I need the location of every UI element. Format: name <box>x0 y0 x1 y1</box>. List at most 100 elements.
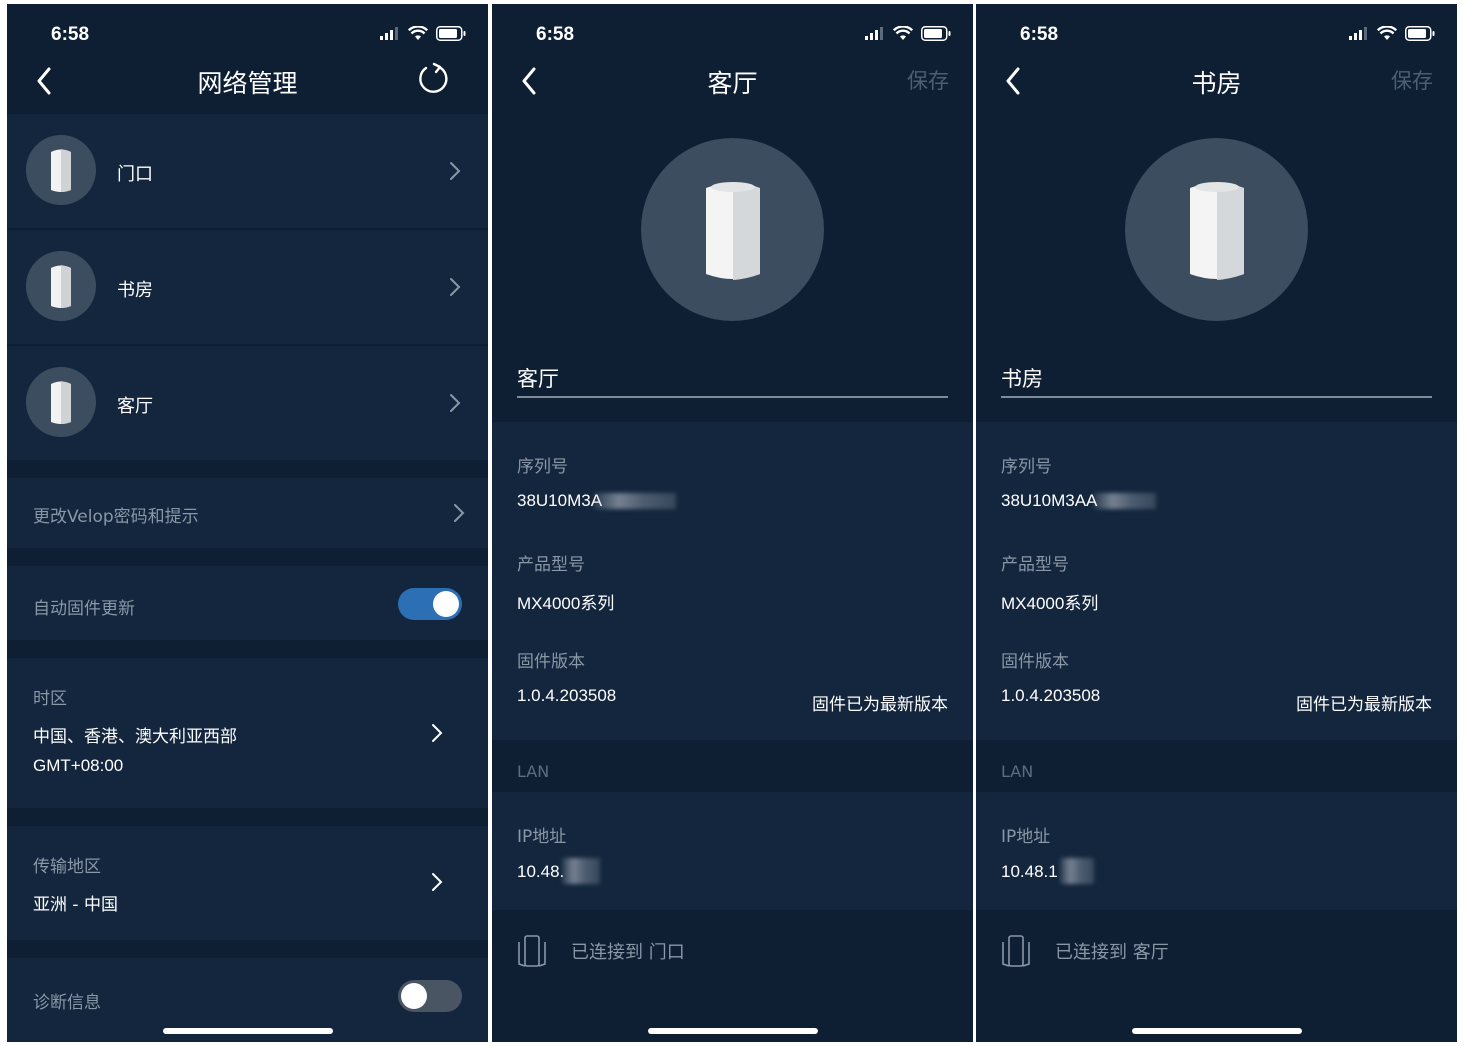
timezone-label: 时区 <box>33 689 67 709</box>
change-password-row[interactable]: 更改Velop密码和提示 <box>7 478 488 548</box>
node-name-input[interactable]: 书房 <box>1001 360 1432 398</box>
model-label: 产品型号 <box>517 555 585 575</box>
router-node-icon <box>51 149 71 192</box>
home-indicator[interactable] <box>162 1028 333 1034</box>
timezone-value: 中国、香港、澳大利亚西部 <box>33 727 237 747</box>
chevron-right-icon <box>454 504 465 522</box>
status-icons <box>865 26 951 41</box>
model-value: MX4000系列 <box>517 594 615 613</box>
device-info-section: 序列号 38U10M3A 产品型号 MX4000系列 固件版本 1.0.4.20… <box>492 422 973 740</box>
wifi-icon <box>893 26 913 40</box>
node-name-input[interactable]: 客厅 <box>517 360 948 398</box>
wifi-icon <box>408 26 428 40</box>
lan-info-section: IP地址 10.48.1 <box>976 792 1457 910</box>
model-value: MX4000系列 <box>1001 594 1099 613</box>
connected-to-row: 已连接到 门口 <box>517 934 685 968</box>
region-value: 亚洲 - 中国 <box>33 895 118 915</box>
battery-icon <box>436 26 466 41</box>
node-name: 客厅 <box>117 396 153 417</box>
timezone-offset: GMT+08:00 <box>33 756 124 775</box>
redaction-blur <box>594 493 676 509</box>
node-detail-study-screen: 6:58 书房 保存 书房 序列号 38U10M3AA 产品型号 MX4000系… <box>976 4 1457 1042</box>
region-label: 传输地区 <box>33 857 101 877</box>
refresh-button[interactable] <box>416 62 450 96</box>
node-avatar <box>26 251 96 321</box>
serial-value: 38U10M3AA <box>1001 491 1098 510</box>
node-row-living-room[interactable]: 客厅 <box>7 346 488 460</box>
model-label: 产品型号 <box>1001 555 1069 575</box>
node-name: 书房 <box>117 280 153 301</box>
status-time: 6:58 <box>1020 24 1059 45</box>
cellular-signal-icon <box>380 27 398 40</box>
firmware-value: 1.0.4.203508 <box>1001 686 1101 705</box>
status-icons <box>380 26 466 41</box>
redaction-blur <box>562 858 600 884</box>
region-row[interactable]: 传输地区 亚洲 - 中国 <box>7 826 488 940</box>
auto-update-label: 自动固件更新 <box>33 599 135 619</box>
node-hero-avatar <box>641 138 824 321</box>
status-bar: 6:58 <box>7 4 488 60</box>
change-password-label: 更改Velop密码和提示 <box>33 507 199 527</box>
lan-section-label: LAN <box>517 762 550 781</box>
router-node-icon <box>705 181 760 280</box>
node-hero-avatar <box>1125 138 1308 321</box>
status-bar: 6:58 <box>976 4 1457 60</box>
chevron-right-icon <box>450 394 461 412</box>
firmware-status: 固件已为最新版本 <box>812 695 948 715</box>
diagnostics-toggle[interactable] <box>398 980 462 1012</box>
firmware-value: 1.0.4.203508 <box>517 686 617 705</box>
timezone-row[interactable]: 时区 中国、香港、澳大利亚西部 GMT+08:00 <box>7 658 488 808</box>
ip-label: IP地址 <box>517 827 567 847</box>
chevron-left-icon <box>1006 67 1020 95</box>
node-avatar <box>26 367 96 437</box>
parent-node-icon <box>518 935 546 967</box>
parent-node-icon <box>1002 935 1030 967</box>
ip-value: 10.48. <box>517 862 565 881</box>
cellular-signal-icon <box>1349 27 1367 40</box>
node-row-study[interactable]: 书房 <box>7 230 488 344</box>
redaction-blur <box>1060 858 1094 884</box>
status-icons <box>1349 26 1435 41</box>
firmware-label: 固件版本 <box>517 652 585 672</box>
home-indicator[interactable] <box>1131 1028 1302 1034</box>
auto-update-toggle[interactable] <box>398 588 462 620</box>
refresh-icon <box>419 62 448 93</box>
battery-icon <box>1405 26 1435 41</box>
chevron-left-icon <box>37 67 51 95</box>
nav-bar: 书房 保存 <box>976 56 1457 106</box>
serial-label: 序列号 <box>517 457 568 477</box>
wifi-icon <box>1377 26 1397 40</box>
nav-bar: 客厅 保存 <box>492 56 973 106</box>
toggle-knob <box>433 591 459 617</box>
save-button[interactable]: 保存 <box>907 65 949 95</box>
connected-to-row: 已连接到 客厅 <box>1001 934 1169 968</box>
node-avatar <box>26 135 96 205</box>
back-button[interactable] <box>29 64 59 98</box>
router-node-icon <box>51 265 71 308</box>
cellular-signal-icon <box>865 27 883 40</box>
device-info-section: 序列号 38U10M3AA 产品型号 MX4000系列 固件版本 1.0.4.2… <box>976 422 1457 740</box>
router-node-icon <box>1189 181 1244 280</box>
save-button[interactable]: 保存 <box>1391 65 1433 95</box>
ip-value: 10.48.1 <box>1001 862 1058 881</box>
home-indicator[interactable] <box>647 1028 818 1034</box>
back-button[interactable] <box>514 64 544 98</box>
status-time: 6:58 <box>51 24 90 45</box>
diagnostics-label: 诊断信息 <box>33 993 101 1013</box>
status-time: 6:58 <box>536 24 575 45</box>
chevron-left-icon <box>522 67 536 95</box>
lan-section-label: LAN <box>1001 762 1034 781</box>
back-button[interactable] <box>998 64 1028 98</box>
battery-icon <box>921 26 951 41</box>
node-detail-living-room-screen: 6:58 客厅 保存 客厅 序列号 38U10M3A 产品型号 MX4000系列… <box>492 4 973 1042</box>
toggle-knob <box>401 983 427 1009</box>
connected-to-text: 已连接到 客厅 <box>1055 942 1169 963</box>
firmware-status: 固件已为最新版本 <box>1296 695 1432 715</box>
node-row-door[interactable]: 门口 <box>7 114 488 228</box>
router-node-icon <box>51 381 71 424</box>
page-title: 书房 <box>1191 69 1242 98</box>
ip-label: IP地址 <box>1001 827 1051 847</box>
chevron-right-icon <box>432 873 443 891</box>
network-management-screen: 6:58 网络管理 门口 书房 客厅 更改Velop密码和提示 自动固件更新 时… <box>7 4 488 1042</box>
chevron-right-icon <box>432 724 443 742</box>
